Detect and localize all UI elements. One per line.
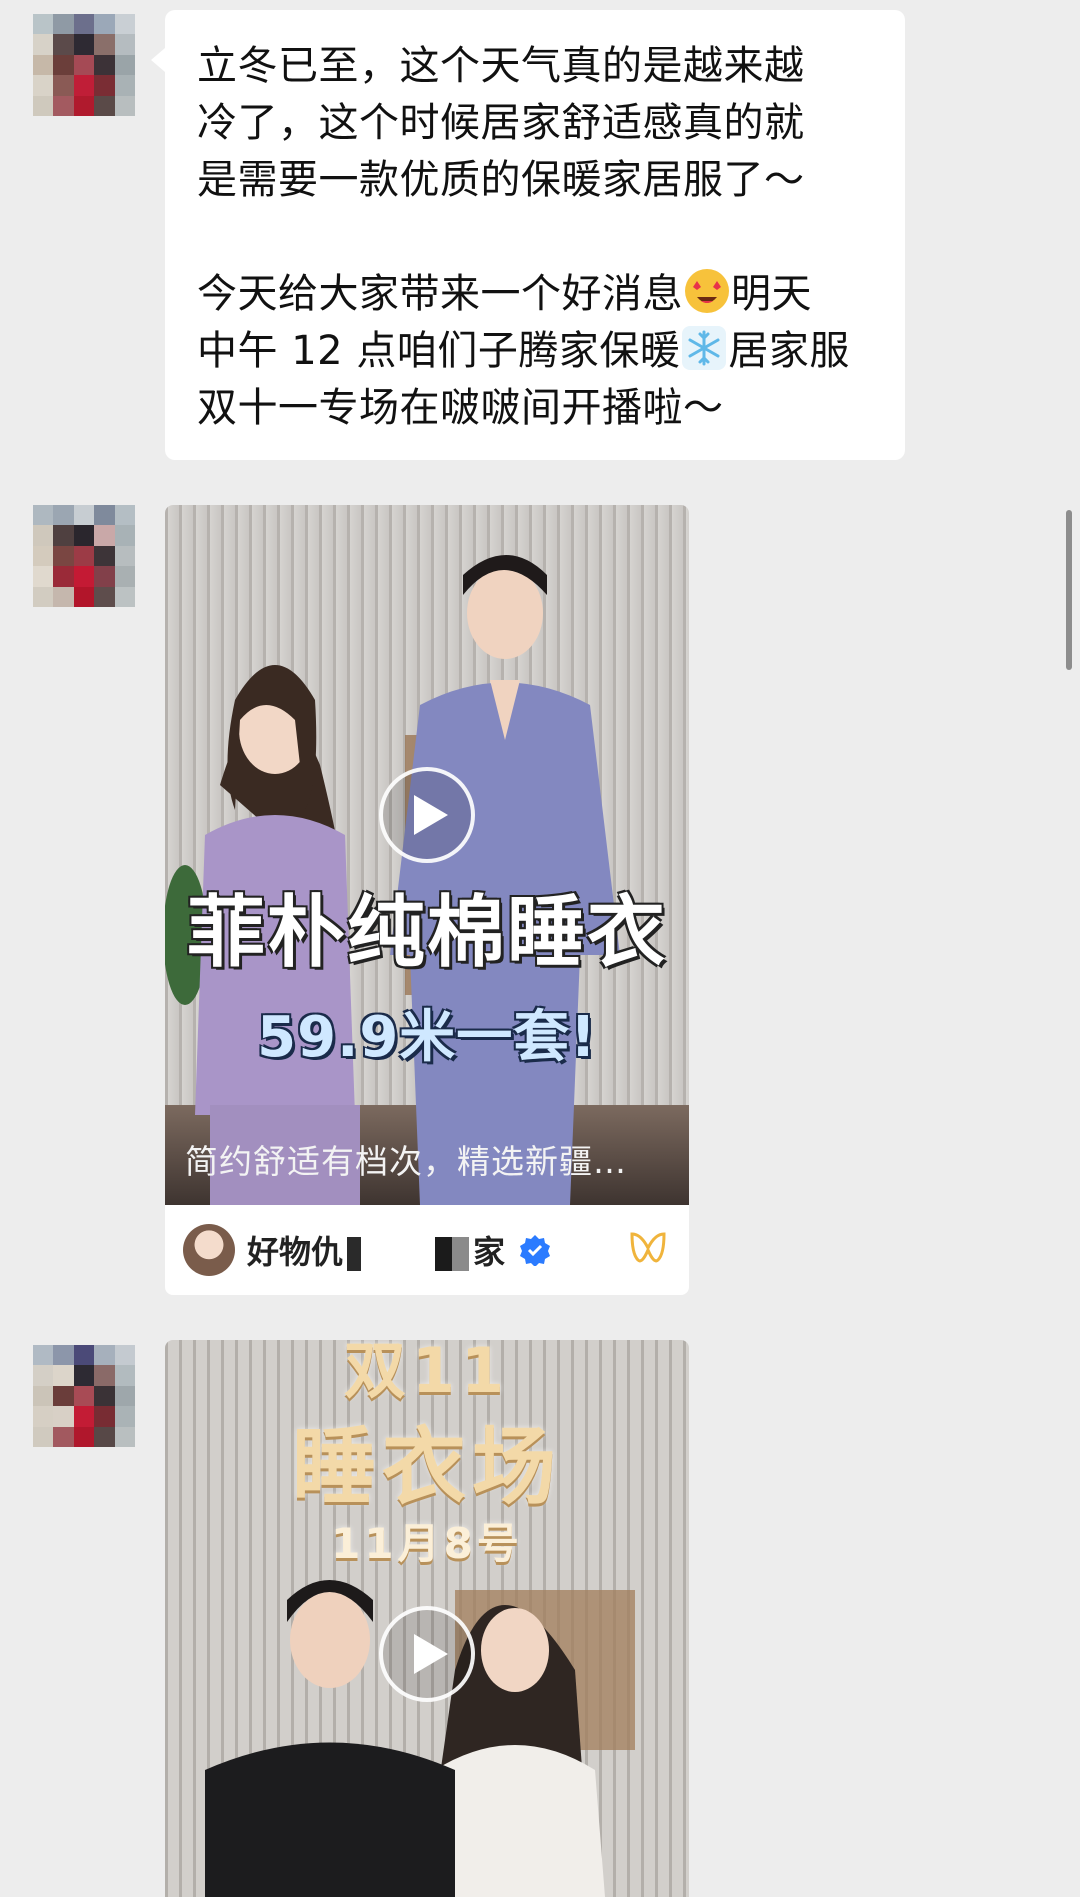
sender-avatar[interactable]: [33, 1345, 135, 1447]
video-thumbnail[interactable]: 双11 睡衣场 11月8号: [165, 1340, 689, 1897]
redaction-block: [347, 1237, 362, 1271]
channel-avatar: [183, 1224, 235, 1276]
wechat-channels-icon[interactable]: [629, 1230, 667, 1266]
video-thumbnail[interactable]: 菲朴纯棉睡衣 59.9米一套! 简约舒适有档次，精选新疆…: [165, 505, 689, 1205]
video-card[interactable]: 双11 睡衣场 11月8号: [165, 1340, 689, 1897]
snowflake-emoji-icon: [682, 326, 727, 370]
message-line: 今天给大家带来一个好消息 明天: [197, 266, 875, 323]
redaction-block: [435, 1237, 470, 1271]
sender-avatar[interactable]: [33, 505, 135, 607]
star-struck-emoji-icon: [685, 269, 729, 313]
video-card-footer[interactable]: 好物仇家: [165, 1205, 689, 1295]
chat-window: 立冬已至，这个天气真的是越来越 冷了，这个时候居家舒适感真的就 是需要一款优质的…: [0, 0, 1080, 1897]
play-button[interactable]: [379, 767, 475, 863]
chat-scrollbar[interactable]: [1066, 510, 1072, 670]
video-title-overlay: 菲朴纯棉睡衣: [186, 888, 667, 978]
channel-name: 好物仇家: [247, 1233, 506, 1271]
message-line: 中午 12 点咱们子腾家保暖 居家服: [197, 323, 875, 380]
video-caption: 简约舒适有档次，精选新疆…: [185, 1142, 627, 1181]
text-message-bubble[interactable]: 立冬已至，这个天气真的是越来越 冷了，这个时候居家舒适感真的就 是需要一款优质的…: [151, 10, 905, 460]
video-price-overlay: 59.9米一套!: [257, 1005, 597, 1070]
play-button[interactable]: [379, 1606, 475, 1702]
video-card[interactable]: 菲朴纯棉睡衣 59.9米一套! 简约舒适有档次，精选新疆… 好物仇家: [165, 505, 689, 1295]
message-line: 是需要一款优质的保暖家居服了～: [197, 157, 805, 203]
play-icon: [414, 795, 448, 835]
message-line: 冷了，这个时候居家舒适感真的就: [197, 100, 805, 146]
message-line: 立冬已至，这个天气真的是越来越: [197, 43, 805, 89]
message-line: 双十一专场在啵啵间开播啦～: [197, 385, 724, 431]
verified-badge-icon: [520, 1235, 551, 1266]
event-title-line: 睡衣场: [291, 1418, 562, 1516]
play-icon: [414, 1634, 448, 1674]
sender-avatar[interactable]: [33, 14, 135, 116]
event-date-line: 11月8号: [331, 1519, 523, 1568]
